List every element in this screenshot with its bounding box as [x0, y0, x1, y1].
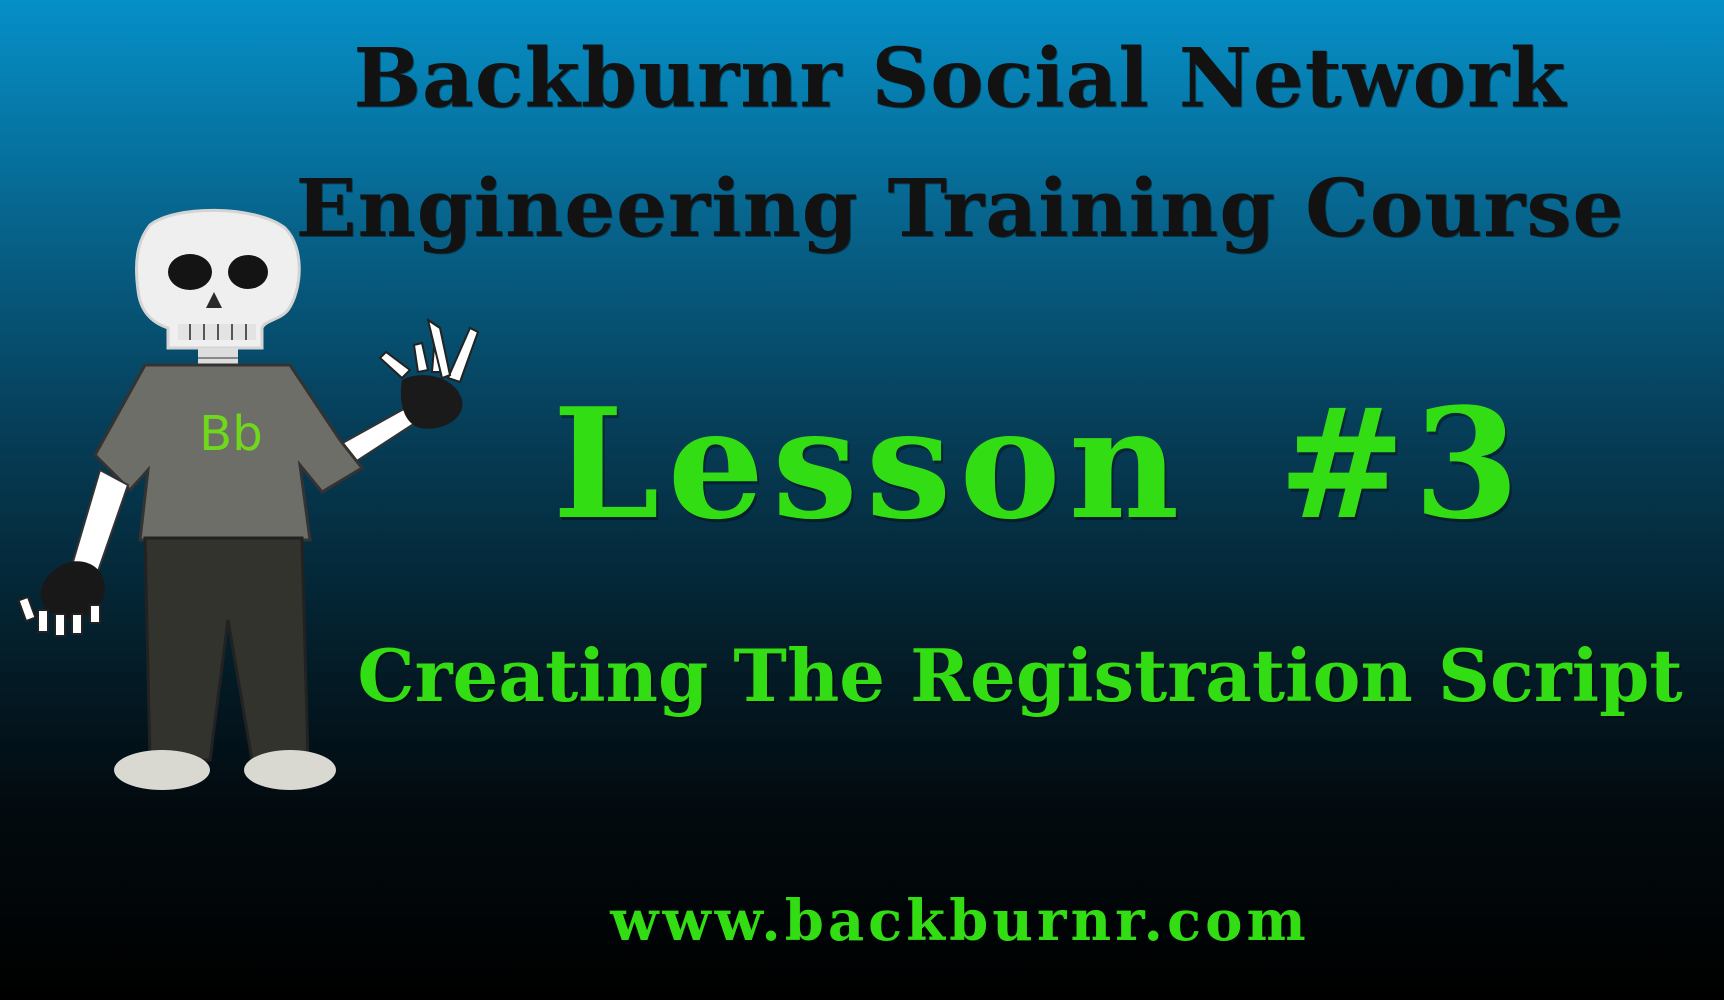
lesson-title-slide: Backburnr Social Network Engineering Tra…	[0, 0, 1724, 1000]
lesson-number: Lesson #3	[552, 374, 1528, 553]
skeleton-mascot-icon	[0, 200, 500, 880]
website-url: www.backburnr.com	[610, 888, 1310, 954]
course-title-line-1: Backburnr Social Network	[353, 30, 1567, 126]
lesson-subtitle: Creating The Registration Script	[357, 633, 1683, 718]
shirt-logo: Bb	[199, 406, 263, 462]
